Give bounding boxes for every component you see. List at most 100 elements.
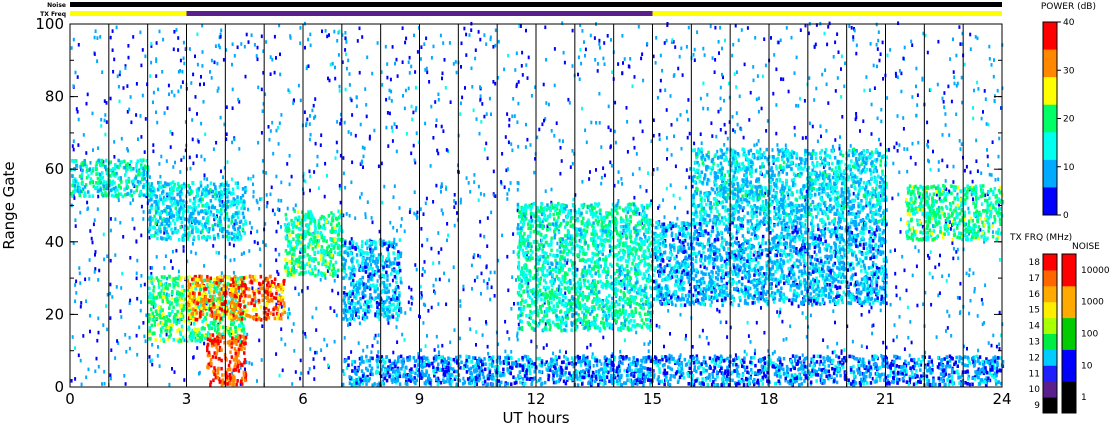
heatmap-cell [398, 206, 401, 210]
heatmap-cell [801, 353, 804, 357]
heatmap-cell [163, 323, 167, 327]
heatmap-cell [389, 220, 392, 225]
heatmap-cell [314, 141, 317, 146]
heatmap-cell [331, 218, 335, 223]
heatmap-cell [333, 339, 336, 344]
heatmap-cell [152, 100, 154, 105]
heatmap-cell [345, 66, 348, 71]
heatmap-cell [387, 321, 390, 325]
heatmap-cell [218, 296, 221, 301]
heatmap-cell [88, 194, 91, 198]
heatmap-cell [183, 61, 186, 66]
heatmap-cell [731, 53, 734, 58]
heatmap-cell [148, 276, 151, 280]
heatmap-cell [465, 53, 468, 57]
heatmap-cell [168, 92, 170, 97]
heatmap-cell [449, 340, 452, 345]
heatmap-cell [508, 187, 510, 192]
heatmap-cell [871, 376, 874, 381]
heatmap-cell [865, 345, 868, 350]
heatmap-cell [893, 323, 896, 327]
heatmap-cell [129, 201, 132, 206]
heatmap-cell [937, 160, 940, 164]
heatmap-cell [823, 235, 826, 239]
heatmap-cell [863, 88, 866, 93]
heatmap-cell [243, 251, 245, 255]
heatmap-cell [433, 348, 436, 352]
heatmap-cell [889, 302, 892, 307]
heatmap-cell [512, 250, 515, 254]
heatmap-cell [183, 378, 186, 382]
heatmap-cell [225, 212, 229, 216]
heatmap-cell [213, 60, 216, 65]
heatmap-cell [425, 66, 428, 71]
heatmap-cell [307, 64, 310, 68]
heatmap-cell [97, 316, 100, 321]
heatmap-cell [199, 82, 201, 87]
heatmap-cell [201, 50, 204, 54]
heatmap-cell [208, 282, 211, 287]
heatmap-cell [173, 93, 176, 98]
heatmap-cell [155, 228, 159, 233]
heatmap-cell [877, 244, 880, 249]
heatmap-cell [416, 215, 419, 219]
heatmap-cell [149, 307, 153, 312]
heatmap-cell [439, 33, 442, 38]
heatmap-cell [278, 121, 281, 125]
heatmap-cell [754, 348, 757, 353]
heatmap-cell [127, 55, 130, 60]
heatmap-cell [952, 70, 955, 74]
heatmap-cell [621, 34, 624, 38]
heatmap-cell [474, 56, 477, 61]
heatmap-cell [129, 298, 132, 303]
heatmap-cell [252, 182, 254, 187]
heatmap-cell [395, 149, 398, 154]
heatmap-cell [931, 363, 934, 368]
heatmap-cell [206, 177, 209, 181]
heatmap-cell [521, 50, 524, 55]
heatmap-cell [240, 42, 243, 46]
heatmap-cell [998, 347, 1001, 351]
heatmap-cell [150, 42, 153, 46]
heatmap-cell [289, 36, 292, 40]
heatmap-cell [921, 76, 924, 81]
heatmap-cell [294, 286, 297, 291]
heatmap-cell [662, 198, 665, 202]
heatmap-cell [723, 122, 726, 127]
heatmap-cell [852, 35, 855, 39]
heatmap-cell [393, 122, 396, 126]
heatmap-cell [602, 166, 605, 170]
heatmap-cell [244, 367, 246, 372]
heatmap-cell [197, 203, 200, 208]
heatmap-cell [100, 158, 104, 163]
heatmap-cell [436, 148, 439, 153]
heatmap-cell [420, 291, 423, 295]
heatmap-cell [259, 274, 263, 279]
heatmap-cell [114, 253, 117, 257]
heatmap-cell [214, 312, 217, 316]
txfreq-bar-segment [70, 11, 187, 16]
heatmap-cell [998, 342, 1001, 347]
heatmap-cell [889, 249, 892, 254]
heatmap-cell [273, 212, 276, 216]
heatmap-cell [721, 72, 723, 77]
heatmap-cell [220, 348, 223, 352]
heatmap-cell [970, 192, 973, 197]
heatmap-cell [157, 180, 160, 185]
heatmap-cell [647, 349, 650, 353]
heatmap-cell [122, 86, 125, 90]
heatmap-cell [111, 295, 114, 299]
heatmap-cell [405, 36, 408, 41]
heatmap-cell [600, 181, 603, 186]
heatmap-cell [485, 42, 488, 46]
heatmap-cell [299, 26, 302, 30]
heatmap-cell [96, 59, 99, 63]
heatmap-cell [330, 253, 334, 257]
heatmap-cell [877, 30, 880, 34]
heatmap-cell [453, 328, 456, 332]
heatmap-cell [726, 136, 729, 141]
heatmap-cell [465, 32, 468, 37]
heatmap-cell [461, 95, 464, 100]
heatmap-cell [192, 335, 195, 340]
heatmap-cell [569, 165, 572, 169]
